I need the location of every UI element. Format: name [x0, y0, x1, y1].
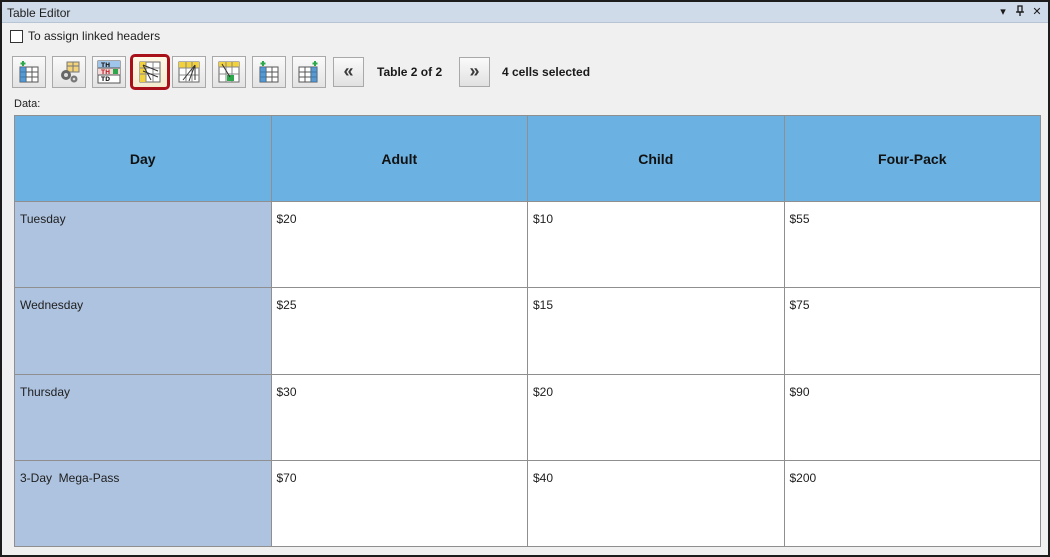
row-headers-button[interactable]	[130, 54, 170, 90]
insert-table-icon	[19, 61, 39, 83]
linked-headers-label: To assign linked headers	[28, 29, 161, 43]
close-icon[interactable]: ✕	[1032, 5, 1042, 19]
table-cell[interactable]: $10	[527, 201, 785, 289]
table-row: 3-Day Mega-Pass $70 $40 $200	[14, 459, 1041, 548]
row-header-cell[interactable]: Tuesday	[14, 201, 272, 289]
header-row: Day Adult Child Four-Pack	[14, 114, 1041, 203]
row-headers-icon	[139, 61, 161, 83]
table-cell[interactable]: $200	[783, 459, 1041, 548]
column-headers-icon	[178, 61, 200, 83]
add-column-icon	[298, 61, 318, 83]
header-cell-child[interactable]: Child	[527, 114, 785, 203]
table-cell[interactable]: $55	[783, 201, 1041, 289]
table-settings-button[interactable]	[52, 56, 86, 88]
header-cell-day[interactable]: Day	[14, 114, 272, 203]
title-bar: Table Editor ▾ ✕	[2, 2, 1048, 23]
row-header-cell[interactable]: Wednesday	[14, 287, 272, 375]
next-table-button[interactable]: »	[459, 57, 490, 87]
th-label-2: TH	[101, 69, 110, 76]
table-settings-icon	[61, 61, 80, 83]
table-cell[interactable]: $15	[527, 287, 785, 375]
table-editor-window: Table Editor ▾ ✕ To assign linked header…	[0, 0, 1050, 557]
data-label: Data:	[14, 98, 41, 110]
header-cell-adult[interactable]: Adult	[270, 114, 528, 203]
table-cell[interactable]: $20	[270, 201, 528, 289]
cell-headers-icon	[218, 61, 240, 83]
pin-icon[interactable]	[1015, 5, 1025, 19]
table-cell[interactable]: $25	[270, 287, 528, 375]
linked-headers-option[interactable]: To assign linked headers	[10, 29, 160, 43]
column-headers-button[interactable]	[172, 56, 206, 88]
row-header-cell[interactable]: 3-Day Mega-Pass	[14, 459, 272, 548]
table-row: Thursday $30 $20 $90	[14, 373, 1041, 461]
td-label: TD	[101, 76, 110, 83]
add-row-button[interactable]	[252, 56, 286, 88]
table-status: Table 2 of 2	[377, 65, 443, 79]
table-cell[interactable]: $30	[270, 373, 528, 461]
th-td-toggle-icon: TH TH TD	[97, 60, 121, 84]
window-title: Table Editor	[7, 6, 71, 20]
title-bar-controls: ▾ ✕	[998, 5, 1042, 19]
data-table: Day Adult Child Four-Pack Tuesday $20 $1…	[14, 114, 1041, 548]
dropdown-arrow-icon[interactable]: ▾	[998, 5, 1008, 19]
add-column-button[interactable]	[292, 56, 326, 88]
th-td-toggle-button[interactable]: TH TH TD	[92, 56, 126, 88]
table-row: Wednesday $25 $15 $75	[14, 287, 1041, 375]
previous-table-button[interactable]: «	[333, 57, 364, 87]
table-cell[interactable]: $90	[783, 373, 1041, 461]
table-cell[interactable]: $70	[270, 459, 528, 548]
table-cell[interactable]: $20	[527, 373, 785, 461]
header-cell-four-pack[interactable]: Four-Pack	[783, 114, 1041, 203]
selection-status: 4 cells selected	[502, 65, 591, 79]
cell-headers-button[interactable]	[212, 56, 246, 88]
add-row-icon	[259, 61, 279, 83]
table-cell[interactable]: $75	[783, 287, 1041, 375]
table-cell[interactable]: $40	[527, 459, 785, 548]
insert-table-button[interactable]	[12, 56, 46, 88]
th-label-1: TH	[101, 62, 110, 69]
row-header-cell[interactable]: Thursday	[14, 373, 272, 461]
linked-headers-checkbox[interactable]	[10, 29, 23, 43]
table-row: Tuesday $20 $10 $55	[14, 201, 1041, 289]
